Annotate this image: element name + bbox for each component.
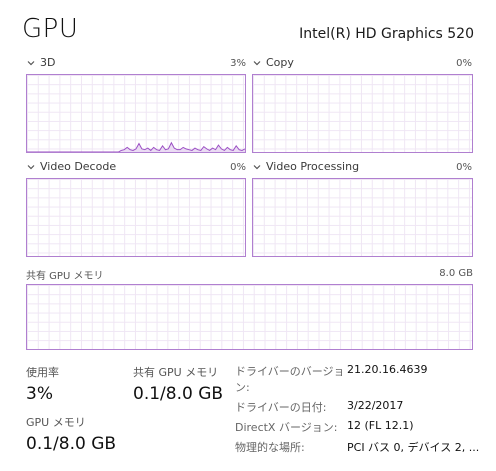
engine-selector-video-decode[interactable]: Video Decode: [26, 160, 116, 173]
shared-memory-graph: [26, 284, 473, 350]
utilization-value: 3%: [26, 384, 53, 404]
directx-version-key: DirectX バージョン:: [235, 421, 338, 434]
engine-label: Copy: [266, 56, 294, 69]
driver-version-key: ドライバーのバージョン:: [235, 365, 345, 394]
engine-graph-video-decode: [26, 178, 246, 257]
gpu-adapter-name: Intel(R) HD Graphics 520: [299, 26, 474, 42]
chevron-down-icon: [27, 60, 35, 65]
engine-percent: 3%: [230, 58, 246, 69]
chevron-down-icon: [253, 60, 261, 65]
physical-location-value: PCI バス 0, デバイス 2, ...: [347, 441, 480, 454]
usage-area: [27, 142, 245, 152]
driver-date-key: ドライバーの日付:: [235, 401, 327, 414]
engine-label: Video Decode: [40, 160, 117, 173]
page-title: GPU: [22, 14, 79, 44]
usage-line: [27, 141, 245, 152]
chevron-down-icon: [27, 164, 35, 169]
engine-graph-3d: [26, 74, 246, 153]
driver-version-value: 21.20.16.4639: [347, 363, 428, 376]
engine-label: Video Processing: [266, 160, 360, 173]
gpu-memory-value: 0.1/8.0 GB: [26, 434, 117, 454]
engine-percent: 0%: [230, 162, 246, 173]
engine-percent: 0%: [456, 162, 472, 173]
shared-memory-label: 共有 GPU メモリ: [133, 366, 219, 379]
engine-percent: 0%: [456, 58, 472, 69]
shared-memory-graph-label: 共有 GPU メモリ: [26, 271, 104, 282]
engine-graph-video-processing: [252, 178, 473, 257]
directx-version-value: 12 (FL 12.1): [347, 419, 414, 432]
chevron-down-icon: [253, 164, 261, 169]
engine-label: 3D: [40, 56, 56, 69]
engine-selector-video-processing[interactable]: Video Processing: [252, 160, 359, 173]
engine-selector-copy[interactable]: Copy: [252, 56, 294, 69]
engine-selector-3d[interactable]: 3D: [26, 56, 55, 69]
shared-memory-value: 0.1/8.0 GB: [133, 384, 224, 404]
physical-location-key: 物理的な場所:: [235, 441, 305, 454]
engine-graph-copy: [252, 74, 473, 153]
gpu-memory-label: GPU メモリ: [26, 416, 86, 429]
shared-memory-graph-max: 8.0 GB: [439, 268, 473, 279]
driver-date-value: 3/22/2017: [347, 399, 404, 412]
utilization-label: 使用率: [26, 366, 59, 379]
